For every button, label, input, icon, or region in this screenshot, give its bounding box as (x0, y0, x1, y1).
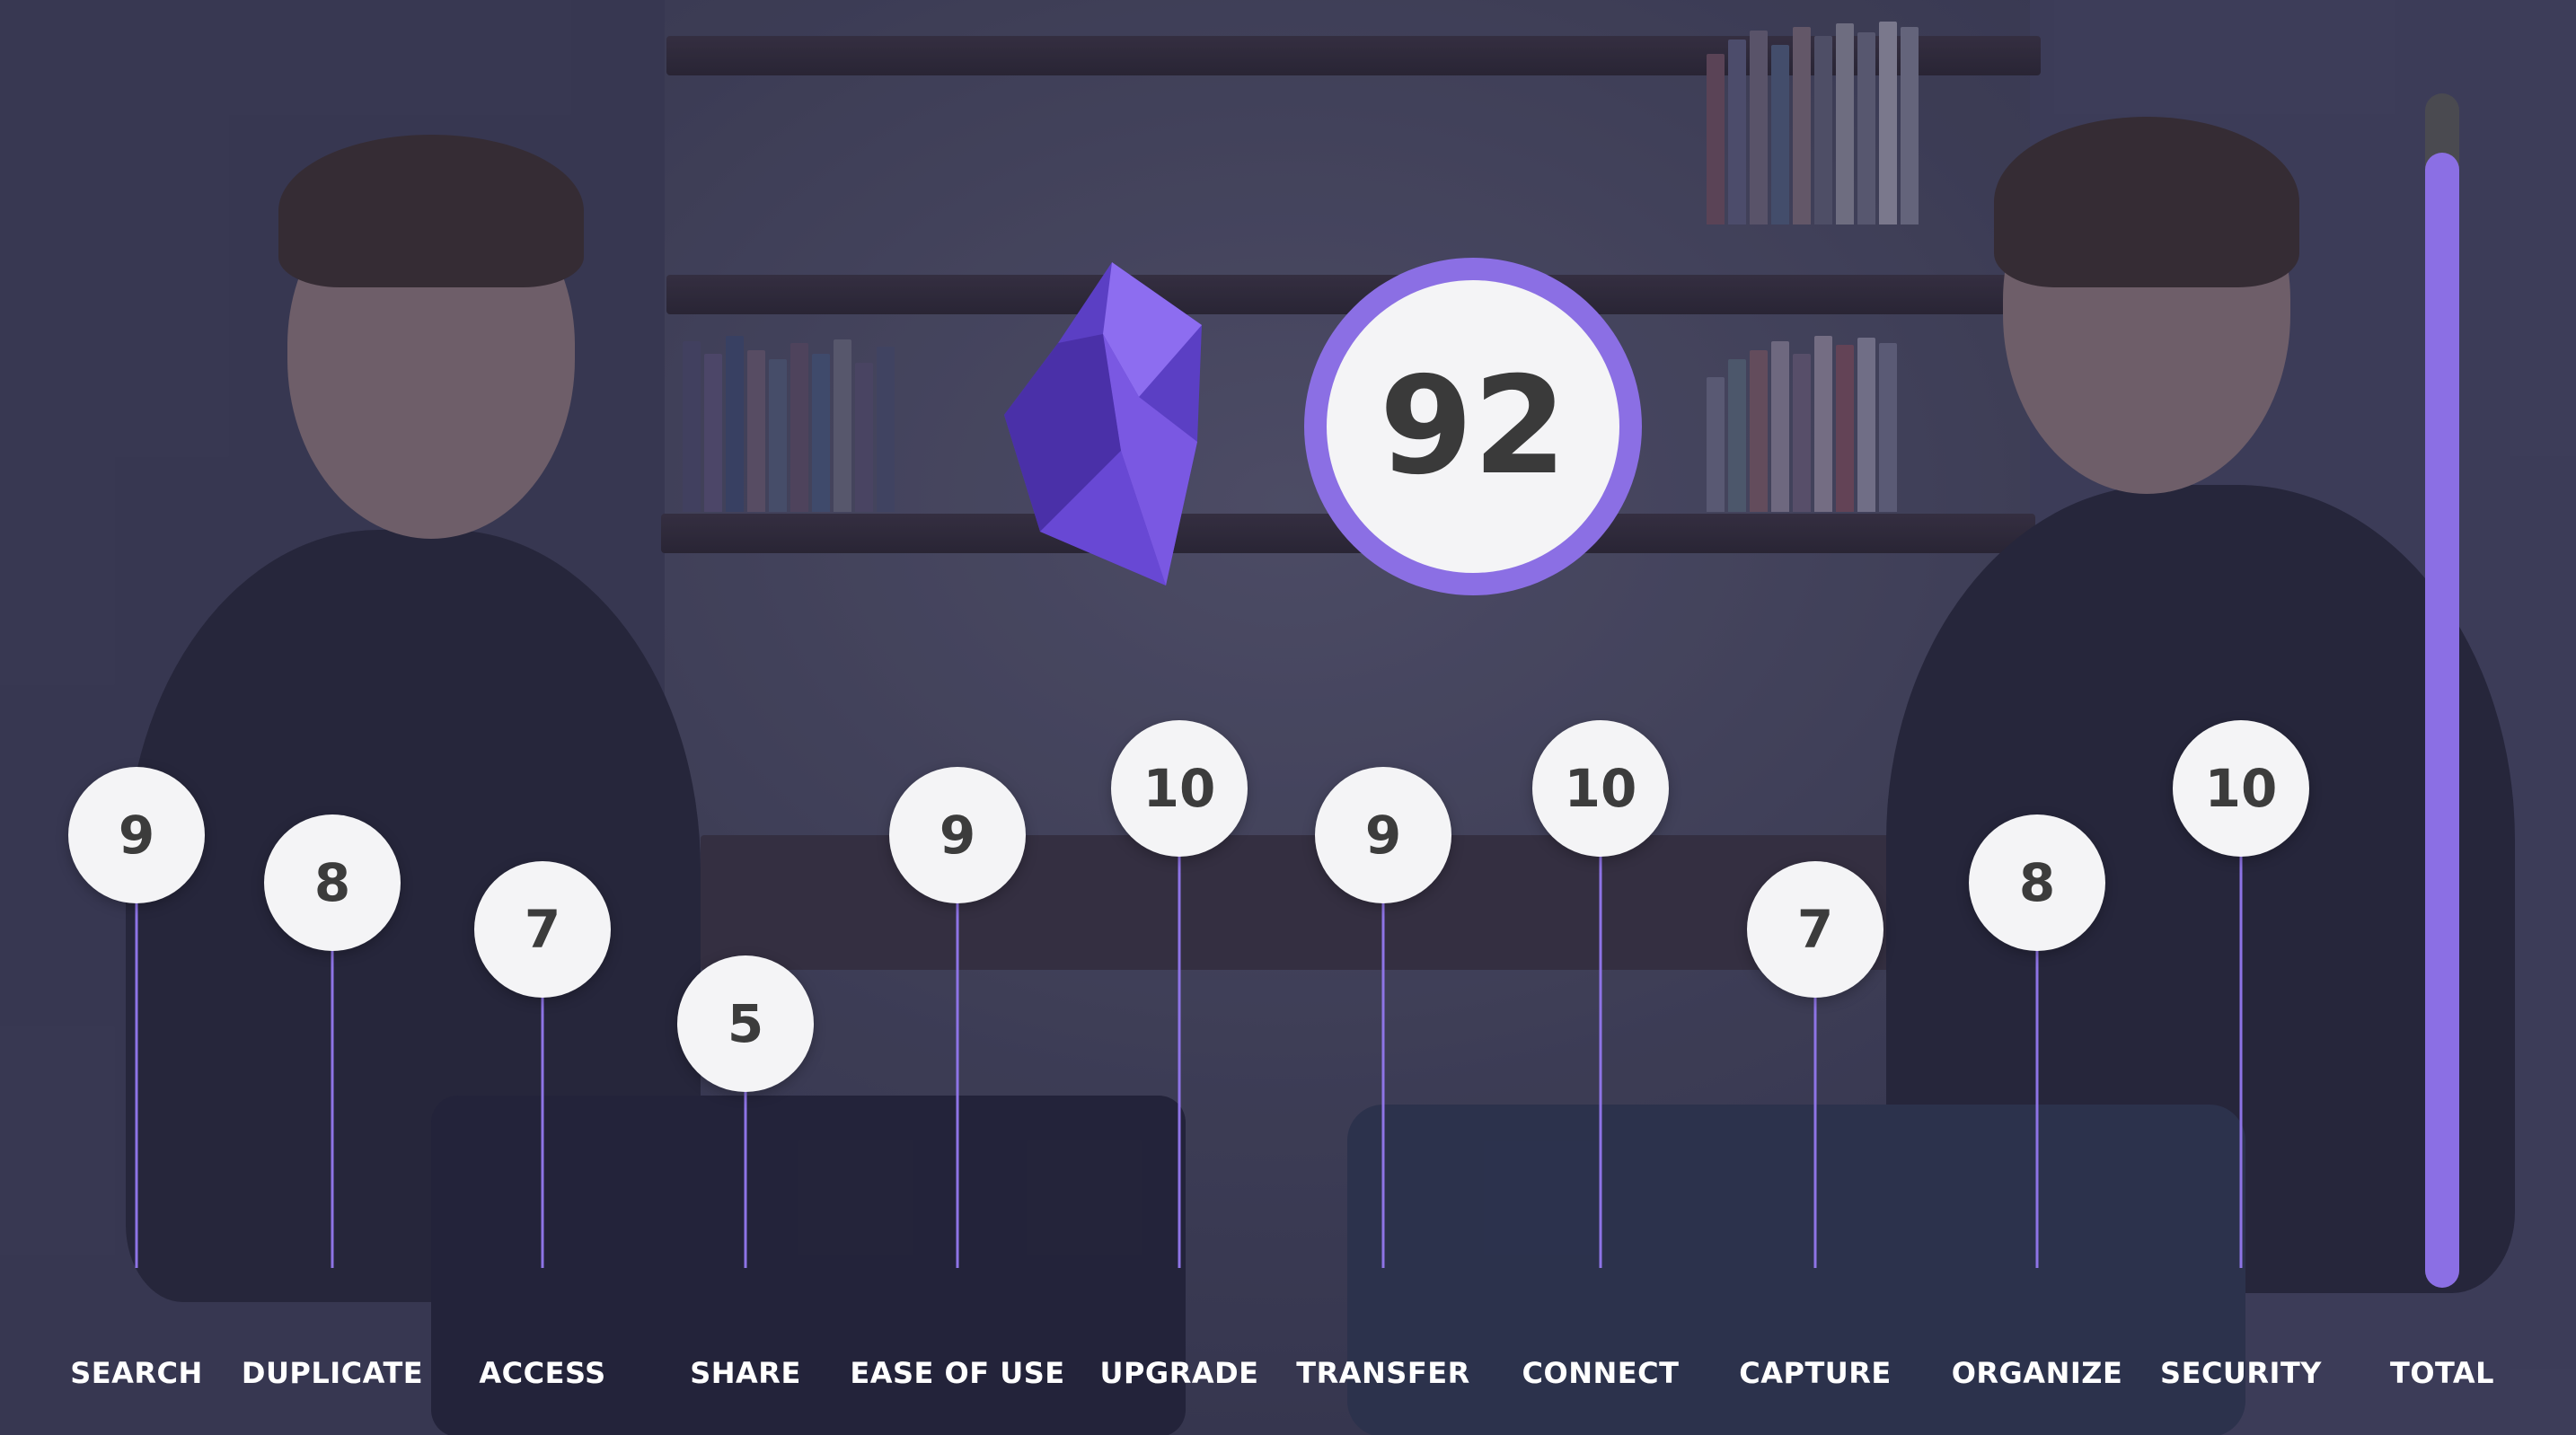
category-label-capture: CAPTURE (1739, 1356, 1892, 1390)
dim-overlay (0, 0, 2576, 1435)
category-label-ease-of-use: EASE OF USE (850, 1356, 1065, 1390)
obsidian-crystal-icon (1004, 262, 1202, 585)
score-badge-organize: 8 (1969, 814, 2105, 951)
score-badge-security: 10 (2173, 720, 2309, 857)
category-label-upgrade: UPGRADE (1099, 1356, 1259, 1390)
score-stem-upgrade (1178, 788, 1181, 1268)
category-label-connect: CONNECT (1522, 1356, 1680, 1390)
score-badge-connect: 10 (1532, 720, 1669, 857)
score-badge-share: 5 (677, 955, 814, 1092)
score-badge-ease-of-use: 9 (889, 767, 1026, 904)
category-label-access: ACCESS (479, 1356, 606, 1390)
category-label-security: SECURITY (2160, 1356, 2322, 1390)
category-label-organize: ORGANIZE (1951, 1356, 2123, 1390)
score-badge-capture: 7 (1747, 861, 1883, 999)
video-frame: 92 9 SEARCH 8 DUPLICATE 7 ACCESS 5 SHARE 9 EASE O… (0, 0, 2576, 1435)
category-label-duplicate: DUPLICATE (241, 1356, 424, 1390)
total-score-value: 92 (1327, 280, 1619, 573)
total-score-circle: 92 (1304, 258, 1642, 595)
category-label-transfer: TRANSFER (1296, 1356, 1470, 1390)
score-stem-connect (1599, 788, 1602, 1268)
score-badge-upgrade: 10 (1111, 720, 1248, 857)
score-badge-search: 9 (68, 767, 205, 904)
score-badge-access: 7 (474, 861, 611, 999)
category-label-share: SHARE (690, 1356, 801, 1390)
score-stem-security (2239, 788, 2243, 1268)
total-progress-track (2425, 93, 2459, 1288)
total-label: TOTAL (2389, 1356, 2495, 1390)
score-badge-duplicate: 8 (264, 814, 401, 951)
category-label-search: SEARCH (70, 1356, 203, 1390)
total-progress-fill (2425, 153, 2459, 1288)
score-badge-transfer: 9 (1315, 767, 1451, 904)
